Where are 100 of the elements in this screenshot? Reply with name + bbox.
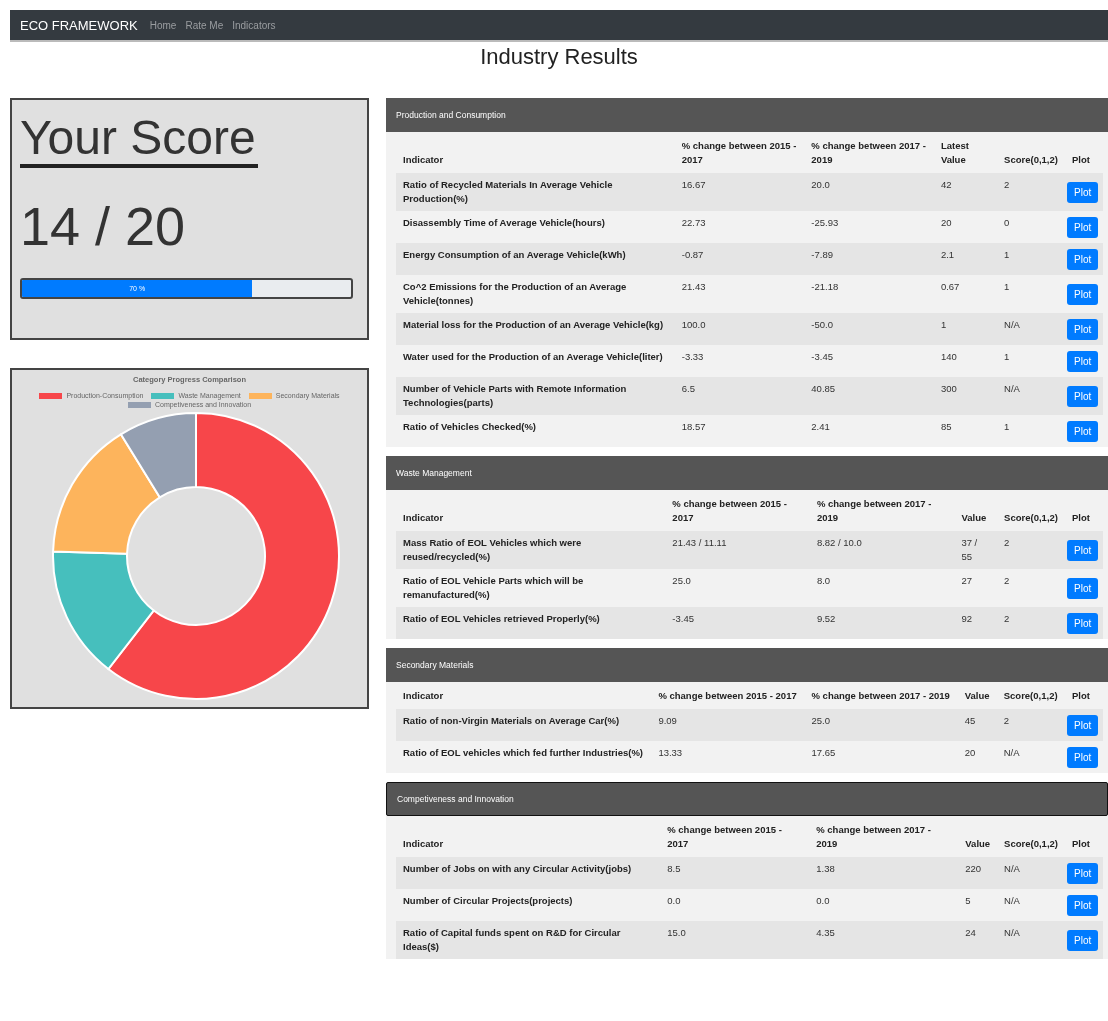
table-cell: 2 [997,173,1065,211]
column-header: Value [957,682,997,709]
table-cell: -3.45 [804,345,934,377]
table-cell: 85 [933,415,998,447]
page-title: Industry Results [479,44,639,70]
nav-link[interactable]: Home [149,19,177,31]
table-cell: 8.0 [809,569,955,607]
table-cell: 21.43 / 11.11 [665,531,810,569]
column-header: Score(0,1,2) [997,132,1065,173]
table-cell: N/A [997,921,1065,959]
table-cell: 1 [997,415,1065,447]
indicator-cell: Ratio of EOL vehicles which fed further Industries(%) [396,741,652,773]
table-cell: -3.45 [665,607,810,639]
column-header: Plot [1065,816,1103,857]
table-cell: 220 [958,857,998,889]
brand-link[interactable]: ECO FRAMEWORK [20,17,138,33]
column-header: Indicator [396,682,652,709]
table-cell: 25.0 [665,569,810,607]
table-cell: 4.35 [809,921,959,959]
table-cell: 92 [954,607,998,639]
column-header: Score(0,1,2) [996,682,1065,709]
plot-button[interactable]: Plot [1067,862,1099,884]
table-cell: -7.89 [804,243,934,275]
plot-button[interactable]: Plot [1067,420,1099,442]
plot-button[interactable]: Plot [1067,929,1099,951]
table-cell: 2.1 [933,243,998,275]
table-cell: 8.5 [660,857,810,889]
table-cell: 24 [958,921,998,959]
indicator-cell: Energy Consumption of an Average Vehicle(kWh) [396,243,675,275]
indicator-cell: Co^2 Emissions for the Production of an Average Vehicle(tonnes) [396,275,675,313]
plot-button[interactable]: Plot [1067,894,1099,916]
plot-button[interactable]: Plot [1067,181,1099,203]
column-header: Score(0,1,2) [997,816,1065,857]
table-cell: 20.0 [804,173,934,211]
indicator-cell: Mass Ratio of EOL Vehicles which were reused/recycled(%) [396,531,666,569]
indicator-cell: Number of Circular Projects(projects) [396,889,661,921]
indicator-cell: Ratio of Capital funds spent on R&D for Circular Ideas($) [396,921,661,959]
table-cell: 13.33 [651,741,805,773]
table-cell: 8.82 / 10.0 [809,531,955,569]
column-header: Indicator [396,132,675,173]
column-header: % change between 2015 - 2017 [665,490,810,531]
column-header: Indicator [396,490,666,531]
column-header: % change between 2015 - 2017 [674,132,805,173]
indicator-cell: Number of Vehicle Parts with Remote Information Technologies(parts) [396,377,675,415]
plot-button[interactable]: Plot [1067,350,1099,372]
column-header: Indicator [396,816,661,857]
plot-button[interactable]: Plot [1067,216,1099,238]
plot-button[interactable]: Plot [1067,539,1099,561]
table-cell: 140 [933,345,998,377]
plot-button[interactable]: Plot [1067,577,1099,599]
table-cell: 9.52 [809,607,955,639]
table-cell: 0.67 [933,275,998,313]
table-cell: -25.93 [804,211,934,243]
table-cell: N/A [996,741,1065,773]
column-header: % change between 2017 - 2019 [809,490,955,531]
nav-link[interactable]: Rate Me [185,19,224,31]
table-cell: 40.85 [804,377,934,415]
plot-button[interactable]: Plot [1067,318,1099,340]
table-cell: 1 [933,313,998,345]
table-cell: 20 [933,211,998,243]
plot-button[interactable]: Plot [1067,283,1099,305]
column-header: Plot [1065,490,1103,531]
table-cell: 16.67 [674,173,805,211]
indicator-cell: Ratio of EOL Vehicles retrieved Properly(%) [396,607,666,639]
table-cell: -21.18 [804,275,934,313]
plot-button[interactable]: Plot [1067,612,1099,634]
table-cell: 25.0 [804,709,958,741]
table-cell: 21.43 [674,275,805,313]
plot-button[interactable]: Plot [1067,714,1099,736]
indicator-cell: Number of Jobs on with any Circular Activity(jobs) [396,857,661,889]
column-header: Latest Value [933,132,998,173]
plot-button[interactable]: Plot [1067,746,1099,768]
plot-button[interactable]: Plot [1067,248,1099,270]
table-cell: 1.38 [809,857,959,889]
nav-link[interactable]: Indicators [232,19,276,31]
table-cell: N/A [997,313,1065,345]
section-title: Production and Consumption [396,110,506,120]
table-cell: 20 [957,741,997,773]
table-cell: 22.73 [674,211,805,243]
table-cell: 42 [933,173,998,211]
table-cell: 37 / 55 [954,531,998,569]
column-header: % change between 2015 - 2017 [660,816,810,857]
indicator-cell: Material loss for the Production of an Average Vehicle(kg) [396,313,675,345]
table-cell: 2 [997,531,1065,569]
column-header: Plot [1065,132,1103,173]
column-header: Value [958,816,998,857]
table-cell: 300 [933,377,998,415]
column-header: Score(0,1,2) [997,490,1065,531]
table-cell: 17.65 [804,741,958,773]
table-cell: 1 [997,243,1065,275]
section-title: Secondary Materials [396,660,474,670]
indicator-cell: Ratio of non-Virgin Materials on Average Car(%) [396,709,652,741]
table-cell: -0.87 [674,243,805,275]
table-cell: 2 [997,569,1065,607]
section-title: Competiveness and Innovation [397,794,514,804]
table-cell: N/A [997,857,1065,889]
table-cell: N/A [997,377,1065,415]
table-cell: 6.5 [674,377,805,415]
indicator-cell: Water used for the Production of an Average Vehicle(liter) [396,345,675,377]
plot-button[interactable]: Plot [1067,385,1099,407]
